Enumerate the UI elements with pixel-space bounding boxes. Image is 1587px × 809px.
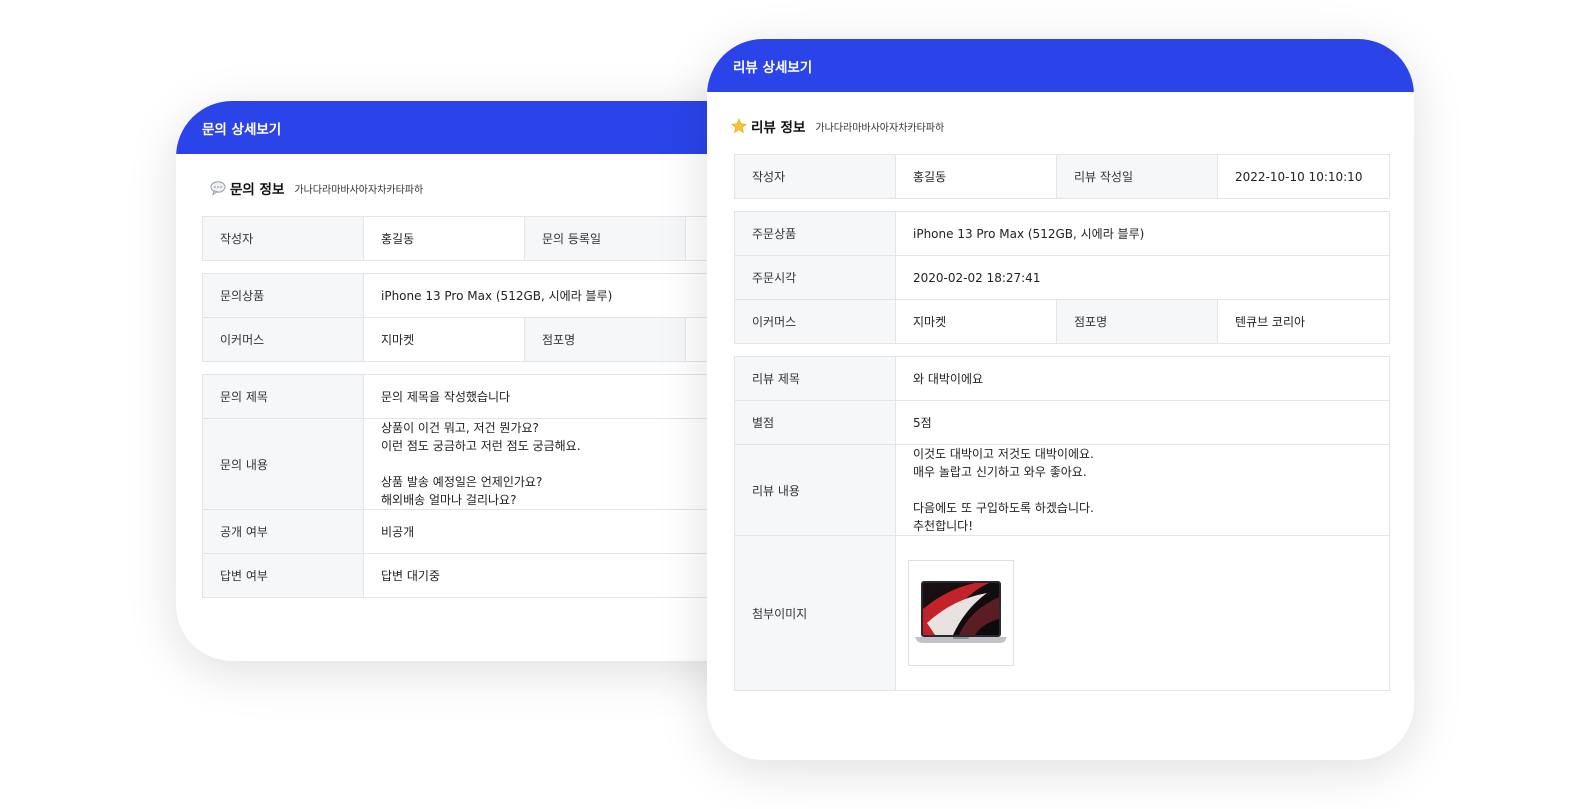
speech-bubble-icon	[210, 180, 226, 196]
inquiry-header-title: 문의 상세보기	[202, 121, 282, 138]
attachment-label: 첨부이미지	[734, 535, 896, 691]
review-header-title: 리뷰 상세보기	[733, 59, 813, 76]
review-section-subtitle: 가나다라마바사아자차카타파하	[815, 122, 945, 134]
attachment-cell	[895, 535, 1390, 691]
author-value: 홍길동	[895, 154, 1057, 199]
review-order-table: 주문상품 iPhone 13 Pro Max (512GB, 시에라 블루) 주…	[734, 211, 1390, 344]
store-label: 점포명	[524, 317, 686, 362]
rating-value: 5점	[895, 400, 1390, 445]
answer-label: 답변 여부	[202, 553, 364, 598]
store-label: 점포명	[1056, 299, 1218, 344]
content-label: 리뷰 내용	[734, 444, 896, 536]
content-line	[913, 481, 1372, 499]
product-label: 주문상품	[734, 211, 896, 256]
review-card-header: 리뷰 상세보기	[707, 39, 1414, 92]
rating-label: 별점	[734, 400, 896, 445]
content-value: 이것도 대박이고 저것도 대박이에요. 매우 놀랍고 신기하고 와우 좋아요. …	[895, 444, 1390, 536]
inquiry-card-header: 문의 상세보기	[176, 101, 796, 154]
table-row: 주문시각 2020-02-02 18:27:41	[734, 255, 1390, 300]
content-line: 매우 놀랍고 신기하고 와우 좋아요.	[913, 465, 1087, 479]
subject-label: 리뷰 제목	[734, 356, 896, 401]
content-line: 추천합니다!	[913, 519, 974, 533]
ecommerce-value: 지마켓	[363, 317, 525, 362]
table-row: 별점 5점	[734, 400, 1390, 445]
content-line: 다음에도 또 구입하도록 하겠습니다.	[913, 501, 1094, 515]
attachment-thumbnail[interactable]	[908, 560, 1014, 666]
product-value: iPhone 13 Pro Max (512GB, 시에라 블루)	[895, 211, 1390, 256]
subject-label: 문의 제목	[202, 374, 364, 419]
subject-value: 와 대박이에요	[895, 356, 1390, 401]
content-line: 이것도 대박이고 저것도 대박이에요.	[913, 447, 1094, 461]
inquiry-date-label: 문의 등록일	[524, 216, 686, 261]
table-row: 작성자 홍길동 리뷰 작성일 2022-10-10 10:10:10	[734, 154, 1390, 199]
table-row: 이커머스 지마켓 점포명 텐큐브 코리아	[734, 299, 1390, 344]
inquiry-section-subtitle: 가나다라마바사아자차카타파하	[294, 184, 424, 196]
table-row: 리뷰 내용 이것도 대박이고 저것도 대박이에요. 매우 놀랍고 신기하고 와우…	[734, 444, 1390, 536]
review-content-table: 리뷰 제목 와 대박이에요 별점 5점 리뷰 내용 이것도 대박이고 저것도 대…	[734, 356, 1390, 691]
review-author-table: 작성자 홍길동 리뷰 작성일 2022-10-10 10:10:10	[734, 154, 1390, 199]
product-label: 문의상품	[202, 273, 364, 318]
review-date-value: 2022-10-10 10:10:10	[1217, 154, 1390, 199]
content-label: 문의 내용	[202, 418, 364, 510]
author-label: 작성자	[734, 154, 896, 199]
review-detail-card: 리뷰 상세보기 리뷰 정보 가나다라마바사아자차카타파하 작성자 홍길동 리뷰 …	[707, 39, 1414, 760]
author-label: 작성자	[202, 216, 364, 261]
ecommerce-value: 지마켓	[895, 299, 1057, 344]
review-date-label: 리뷰 작성일	[1056, 154, 1218, 199]
order-time-label: 주문시각	[734, 255, 896, 300]
table-row: 주문상품 iPhone 13 Pro Max (512GB, 시에라 블루)	[734, 211, 1390, 256]
table-row: 첨부이미지	[734, 535, 1390, 691]
ecommerce-label: 이커머스	[202, 317, 364, 362]
order-time-value: 2020-02-02 18:27:41	[895, 255, 1390, 300]
public-label: 공개 여부	[202, 509, 364, 554]
laptop-image	[915, 581, 1007, 643]
inquiry-section-heading: 문의 정보	[230, 182, 285, 198]
review-section-title: 리뷰 정보 가나다라마바사아자차카타파하	[731, 114, 1414, 138]
author-value: 홍길동	[363, 216, 525, 261]
star-icon	[731, 118, 747, 134]
review-section-heading: 리뷰 정보	[751, 120, 806, 136]
table-row: 리뷰 제목 와 대박이에요	[734, 356, 1390, 401]
store-value: 텐큐브 코리아	[1217, 299, 1390, 344]
inquiry-detail-card: 문의 상세보기 문의 정보 가나다라마바사아자차카타파하 작성자 홍길동 문의 …	[176, 101, 796, 661]
ecommerce-label: 이커머스	[734, 299, 896, 344]
